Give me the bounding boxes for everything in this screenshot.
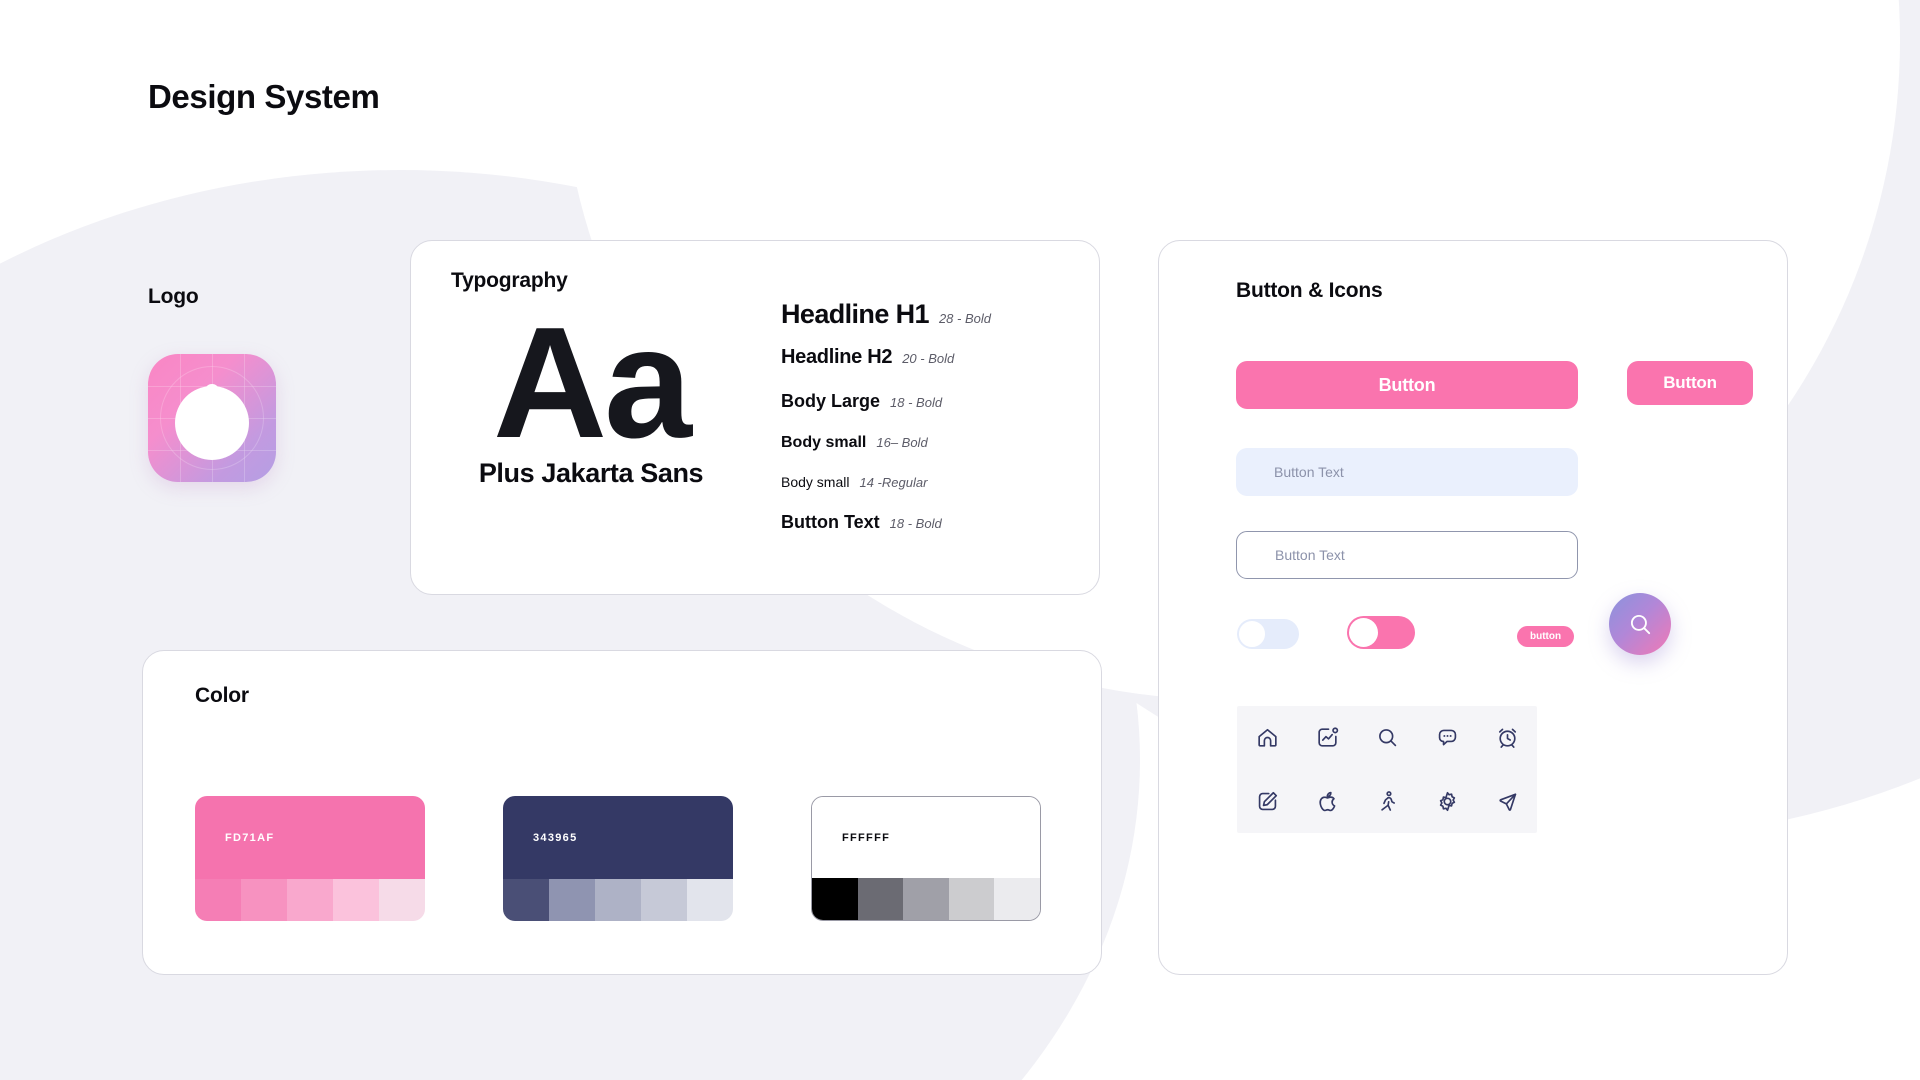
typography-style-name: Headline H2 xyxy=(781,346,893,368)
search-icon xyxy=(1630,614,1651,635)
buttons-and-icons-card: Button & Icons Button Button button xyxy=(1158,240,1788,975)
typography-row: Body Large 18 - Bold xyxy=(781,391,1071,412)
color-hex-label: FFFFFF xyxy=(842,831,891,844)
color-swatch-ramp xyxy=(195,879,425,921)
icon-walking-person[interactable] xyxy=(1375,789,1400,814)
primary-button[interactable]: Button xyxy=(1236,361,1578,409)
toggle-knob xyxy=(1349,618,1378,647)
color-ramp-step xyxy=(812,878,858,920)
typography-title: Typography xyxy=(451,269,568,292)
outlined-text-input[interactable] xyxy=(1236,531,1578,579)
logo-section: Logo xyxy=(148,285,276,482)
typeface-sample-glyphs: Aa xyxy=(493,295,692,471)
gear-icon xyxy=(1439,791,1455,811)
icon-chat-bubble[interactable] xyxy=(1435,725,1460,750)
color-swatch-ramp xyxy=(503,879,733,921)
typography-style-name: Body Large xyxy=(781,391,881,411)
color-ramp-step xyxy=(948,878,995,920)
icon-grid xyxy=(1237,706,1537,833)
typography-row: Body small 16– Bold xyxy=(781,434,1071,452)
icon-send[interactable] xyxy=(1495,789,1520,814)
color-ramp-step xyxy=(549,879,595,921)
color-swatch[interactable]: FFFFFF xyxy=(811,796,1041,921)
search-icon xyxy=(1378,729,1396,747)
color-ramp-step xyxy=(503,879,549,921)
typeface-name: Plus Jakarta Sans xyxy=(478,458,704,489)
typography-row: Headline H2 20 - Bold xyxy=(781,346,1071,369)
color-ramp-step xyxy=(195,879,241,921)
alarm-clock-icon xyxy=(1498,728,1516,749)
walking-person-icon xyxy=(1380,790,1395,811)
typography-style-name: Body small xyxy=(781,434,867,451)
typography-style-name: Button Text xyxy=(781,512,880,532)
color-swatch-base: FD71AF xyxy=(195,796,425,879)
color-swatch-list: FD71AF 343965 FFFFFF xyxy=(195,796,1041,921)
design-system-page: Design System Logo Typography Aa Plus Ja… xyxy=(0,0,1920,1080)
filled-text-input[interactable] xyxy=(1236,448,1578,496)
icon-home[interactable] xyxy=(1255,725,1280,750)
typography-row: Headline H1 28 - Bold xyxy=(781,299,1071,330)
small-pill-button[interactable]: button xyxy=(1517,626,1575,647)
color-ramp-step xyxy=(379,879,425,921)
logo-section-title: Logo xyxy=(148,285,199,308)
icon-gear[interactable] xyxy=(1435,789,1460,814)
logo-person-head xyxy=(204,384,220,399)
secondary-button[interactable]: Button xyxy=(1627,361,1753,405)
icon-alarm-clock[interactable] xyxy=(1495,725,1520,750)
app-logo-icon xyxy=(148,354,276,482)
icon-search[interactable] xyxy=(1375,725,1400,750)
color-ramp-step xyxy=(641,879,687,921)
buttons-title: Button & Icons xyxy=(1236,279,1383,302)
color-ramp-step xyxy=(687,879,733,921)
search-fab-button[interactable] xyxy=(1609,593,1671,655)
page-title: Design System xyxy=(148,78,380,115)
color-ramp-step xyxy=(287,879,333,921)
color-ramp-step xyxy=(994,878,1040,920)
icon-edit-square[interactable] xyxy=(1255,789,1280,814)
typography-row: Body small 14 -Regular xyxy=(781,474,1071,490)
typography-card: Typography Aa Plus Jakarta Sans Headline… xyxy=(410,240,1100,595)
color-swatch[interactable]: 343965 xyxy=(503,796,733,921)
color-ramp-step xyxy=(903,878,949,920)
icon-apple[interactable] xyxy=(1315,789,1340,814)
color-swatch[interactable]: FD71AF xyxy=(195,796,425,921)
typography-style-spec: 14 -Regular xyxy=(859,475,928,490)
typography-style-name: Body small xyxy=(781,474,850,490)
apple-icon xyxy=(1318,791,1335,812)
typography-style-name: Headline H1 xyxy=(781,299,930,329)
edit-square-icon xyxy=(1258,791,1277,810)
typography-row: Button Text 18 - Bold xyxy=(781,512,1071,533)
typography-style-spec: 16– Bold xyxy=(876,435,928,450)
icon-chart-card[interactable] xyxy=(1315,725,1340,750)
color-ramp-step xyxy=(857,878,904,920)
color-ramp-step xyxy=(241,879,287,921)
color-hex-label: FD71AF xyxy=(225,831,275,844)
typography-scale-list: Headline H1 28 - Bold Headline H2 20 - B… xyxy=(781,299,1071,533)
send-icon xyxy=(1498,793,1516,811)
color-ramp-step xyxy=(333,879,379,921)
color-card: Color FD71AF 343965 FFFFFF xyxy=(142,650,1102,975)
chart-card-icon xyxy=(1317,727,1338,747)
typography-style-spec: 18 - Bold xyxy=(890,395,943,410)
typography-style-spec: 18 - Bold xyxy=(889,516,942,531)
home-icon xyxy=(1257,729,1277,747)
toggle-knob xyxy=(1238,620,1266,648)
color-title: Color xyxy=(195,684,249,707)
color-ramp-step xyxy=(595,879,641,921)
typography-style-spec: 20 - Bold xyxy=(902,351,955,366)
chat-bubble-icon xyxy=(1438,729,1456,746)
color-swatch-base: 343965 xyxy=(503,796,733,879)
typography-style-spec: 28 - Bold xyxy=(938,311,991,326)
color-swatch-base: FFFFFF xyxy=(812,797,1040,878)
toggle-switch-on[interactable] xyxy=(1347,616,1415,649)
typeface-preview: Aa Plus Jakarta Sans xyxy=(451,295,731,489)
toggle-switch-off[interactable] xyxy=(1237,619,1299,649)
color-swatch-ramp xyxy=(812,878,1040,920)
color-hex-label: 343965 xyxy=(533,831,578,844)
